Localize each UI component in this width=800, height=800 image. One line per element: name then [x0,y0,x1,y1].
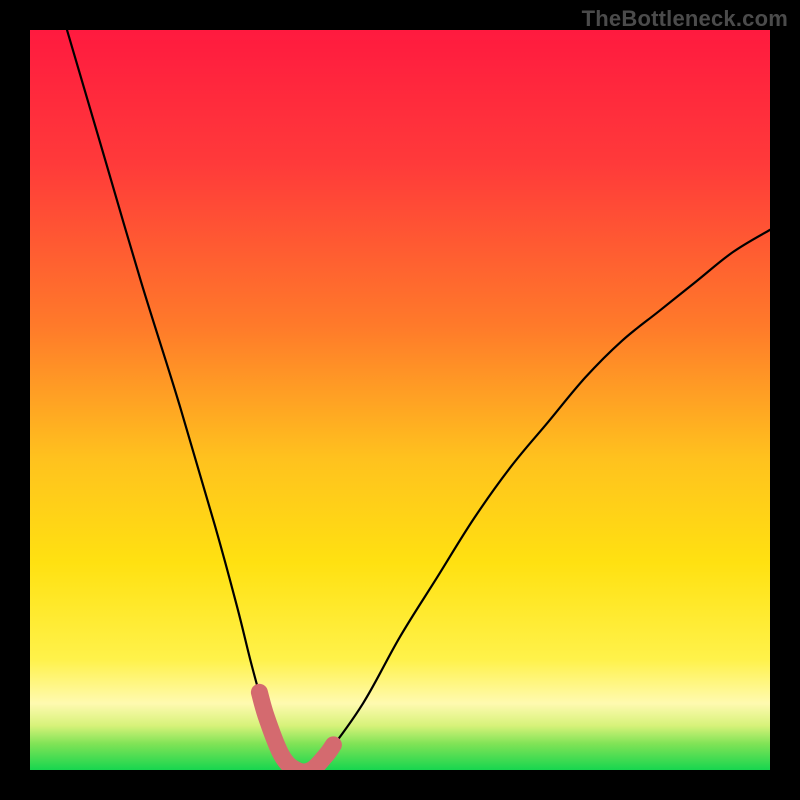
plot-area [30,30,770,770]
bottleneck-curve [67,30,770,770]
chart-curve-layer [30,30,770,770]
outer-frame: TheBottleneck.com [0,0,800,800]
watermark-text: TheBottleneck.com [582,6,788,32]
curve-highlight-segment [259,692,333,770]
